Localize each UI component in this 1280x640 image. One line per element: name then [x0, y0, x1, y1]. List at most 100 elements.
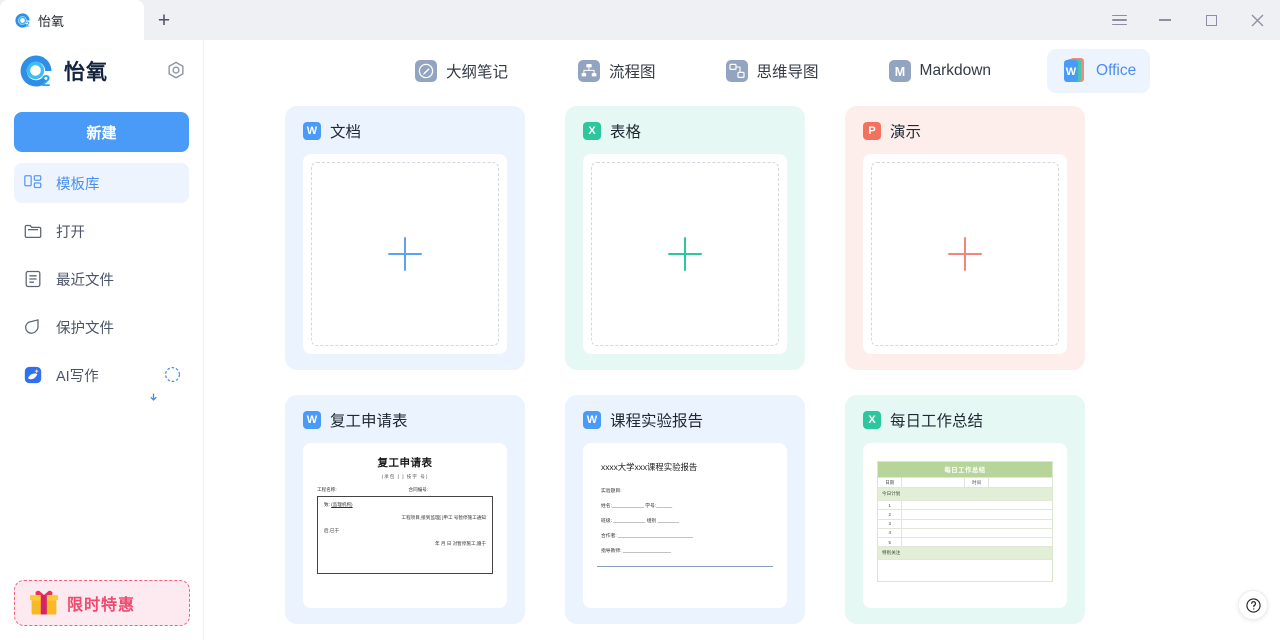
svg-text:M: M: [894, 65, 904, 79]
preview-sheet-row: 2: [878, 509, 1052, 518]
preview-body-line3: 年 月 日 对暂停施工,遵于: [324, 541, 486, 547]
menu-icon[interactable]: [1096, 0, 1142, 40]
preview-field: 指导教师: __________________: [601, 547, 773, 554]
tab-outline-notes[interactable]: 大纲笔记: [401, 52, 522, 90]
card-new-spreadsheet[interactable]: X 表格: [565, 106, 805, 370]
preview-subtitle: (承包 [ ] 技字 号): [317, 474, 493, 480]
tab-label: Office: [1096, 62, 1136, 80]
sidebar-item-templates[interactable]: 模板库: [14, 163, 189, 203]
card-title: 课程实验报告: [610, 409, 703, 431]
card-title: 表格: [610, 120, 641, 142]
preview-cell: [902, 520, 1052, 528]
powerpoint-badge-icon: P: [863, 122, 881, 140]
card-create-area[interactable]: [863, 154, 1067, 354]
brand-header: 2 怡氧: [0, 40, 203, 102]
preview-field-right: 合同编号:: [409, 487, 429, 493]
gear-icon[interactable]: [165, 60, 187, 82]
pen-note-icon: [415, 60, 437, 82]
tab-office[interactable]: W Office: [1047, 49, 1150, 93]
svg-text:2: 2: [26, 20, 30, 28]
preview-sheet-row: 4: [878, 528, 1052, 537]
preview-cell: [989, 478, 1052, 487]
sidebar-item-recent[interactable]: 最近文件: [14, 259, 189, 299]
recent-document-icon: [22, 268, 44, 290]
sidebar-item-open[interactable]: 打开: [14, 211, 189, 251]
tab-mindmap[interactable]: 思维导图: [712, 52, 833, 90]
preview-row-index: 1: [878, 501, 902, 509]
browser-tab-active[interactable]: 2 怡氧: [0, 0, 144, 40]
card-create-area[interactable]: [583, 154, 787, 354]
preview-row-index: 5: [878, 538, 902, 546]
promo-label: 限时特惠: [67, 591, 135, 615]
title-bar: 2 怡氧 +: [0, 0, 1280, 40]
preview-sheet-row: 3: [878, 519, 1052, 528]
markdown-icon: M: [889, 60, 911, 82]
minimize-icon[interactable]: [1142, 0, 1188, 40]
preview-sheet: 每日工作总结 日期 时间 今日计划 1 2: [877, 461, 1053, 582]
preview-title: 复工申请表: [317, 455, 493, 470]
promo-banner[interactable]: 限时特惠: [14, 580, 190, 626]
download-icon[interactable]: [163, 365, 183, 385]
sidebar-item-protected[interactable]: 保护文件: [14, 307, 189, 347]
office-suite-icon: W: [1061, 57, 1087, 85]
tab-label: 怡氧: [38, 11, 64, 30]
card-header: P 演示: [863, 120, 1067, 142]
close-icon[interactable]: [1234, 0, 1280, 40]
plus-icon[interactable]: [388, 237, 422, 271]
card-header: X 表格: [583, 120, 787, 142]
card-header: W 文档: [303, 120, 507, 142]
new-tab-button[interactable]: +: [144, 0, 184, 40]
brand-name: 怡氧: [64, 56, 155, 86]
preview-body-line2: 后,已于: [324, 528, 486, 534]
preview-cell: [902, 529, 1052, 537]
card-template-return-to-work[interactable]: W 复工申请表 复工申请表 (承包 [ ] 技字 号) 工程名称: 合同编号: …: [285, 395, 525, 624]
dashed-drop-area[interactable]: [311, 162, 499, 346]
preview-field: 合作者: ____________________________: [601, 532, 773, 539]
card-template-lab-report[interactable]: W 课程实验报告 xxxx大学xxx课程实验报告 实验题目: 姓名:______…: [565, 395, 805, 624]
ai-writing-icon: [22, 364, 44, 386]
maximize-icon[interactable]: [1188, 0, 1234, 40]
preview-sheet-title: 每日工作总结: [878, 462, 1052, 477]
preview-section-focus: 特别关注: [878, 546, 1052, 559]
card-header: X 每日工作总结: [863, 409, 1067, 431]
card-header: W 课程实验报告: [583, 409, 787, 431]
preview-col-date: 日期: [878, 478, 902, 487]
sidebar-item-label: 保护文件: [56, 317, 189, 338]
preview-sheet-header-row: 日期 时间: [878, 477, 1052, 487]
card-template-daily-summary[interactable]: X 每日工作总结 每日工作总结 日期 时间 今日计划 1: [845, 395, 1085, 624]
card-new-document[interactable]: W 文档: [285, 106, 525, 370]
help-button[interactable]: [1238, 590, 1268, 620]
plus-icon[interactable]: [948, 237, 982, 271]
svg-text:W: W: [1066, 66, 1077, 78]
preview-to-line: 致: (监理机构): [324, 502, 486, 508]
preview-body-line: 工程项目,接到监理[ ]申工 号暂停施工通知: [324, 515, 486, 521]
dashed-drop-area[interactable]: [871, 162, 1059, 346]
tab-markdown[interactable]: M Markdown: [875, 52, 1006, 90]
mindmap-icon: [726, 60, 748, 82]
sidebar-item-label: 模板库: [56, 173, 189, 194]
card-new-presentation[interactable]: P 演示: [845, 106, 1085, 370]
card-create-area[interactable]: [303, 154, 507, 354]
preview-field: 实验题目:: [601, 487, 773, 494]
sidebar: 2 怡氧 新建 模板库: [0, 40, 204, 640]
window-controls: [1096, 0, 1280, 40]
folder-open-icon: [22, 220, 44, 242]
sidebar-item-ai-writing[interactable]: AI写作: [14, 355, 189, 395]
dashed-drop-area[interactable]: [591, 162, 779, 346]
template-preview-spreadsheet[interactable]: 每日工作总结 日期 时间 今日计划 1 2: [863, 443, 1067, 608]
preview-field-row: 工程名称: 合同编号:: [317, 487, 493, 493]
new-button[interactable]: 新建: [14, 112, 189, 152]
word-badge-icon: W: [303, 122, 321, 140]
template-preview-document[interactable]: 复工申请表 (承包 [ ] 技字 号) 工程名称: 合同编号: 致: (监理机构…: [303, 443, 507, 608]
preview-blank-row: [878, 559, 1052, 581]
card-title: 演示: [890, 120, 921, 142]
preview-body-box: 致: (监理机构) 工程项目,接到监理[ ]申工 号暂停施工通知 后,已于 年 …: [317, 496, 493, 574]
svg-text:2: 2: [42, 73, 51, 89]
template-preview-report[interactable]: xxxx大学xxx课程实验报告 实验题目: 姓名:____________ 学号…: [583, 443, 787, 608]
plus-icon[interactable]: [668, 237, 702, 271]
gift-icon: [27, 588, 61, 618]
app-logo-icon: 2: [14, 12, 31, 29]
tab-label: Markdown: [920, 62, 992, 80]
preview-field: 姓名:____________ 学号:______: [601, 502, 773, 509]
tab-flowchart[interactable]: 流程图: [564, 52, 670, 90]
